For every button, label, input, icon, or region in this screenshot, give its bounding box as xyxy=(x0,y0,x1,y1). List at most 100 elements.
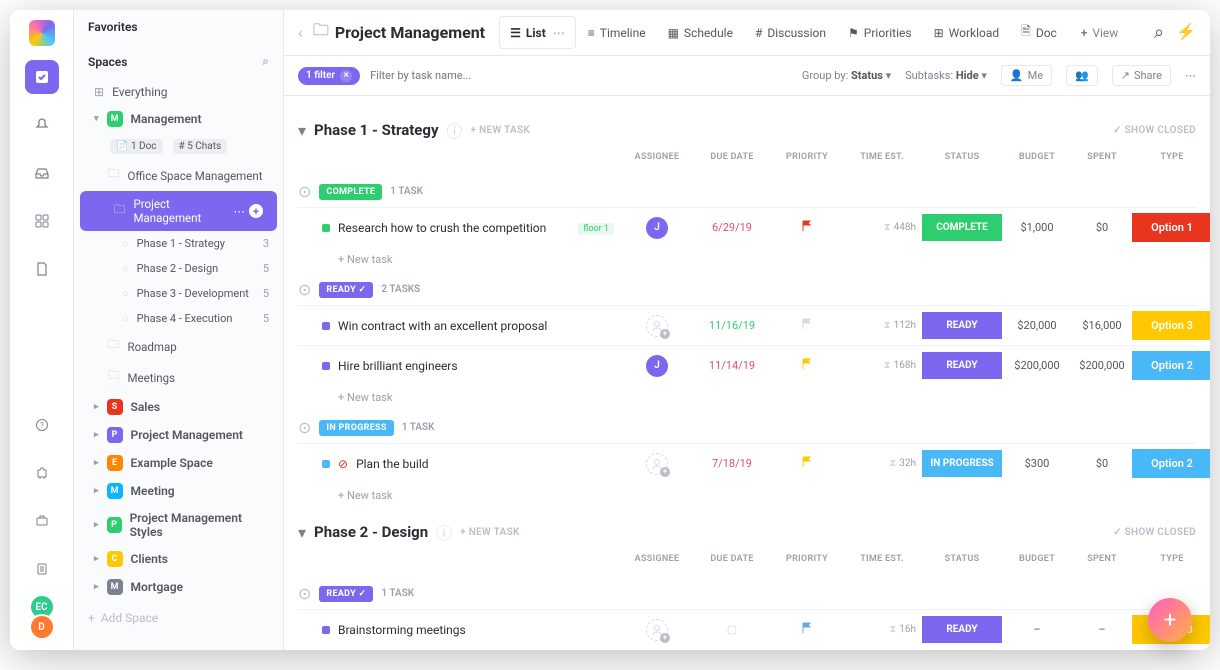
assignee-avatar[interactable]: J xyxy=(646,355,668,377)
task-row[interactable]: Brainstorming meetings ▢ ⧗16h READY – – … xyxy=(298,609,1196,649)
space-item[interactable]: ▸MMortgage xyxy=(74,573,283,601)
dashboards-icon[interactable] xyxy=(25,204,59,238)
due-date-cell[interactable]: 6/29/19 xyxy=(692,221,772,234)
status-cell[interactable]: READY xyxy=(922,616,1002,643)
timesheets-icon[interactable] xyxy=(25,504,59,538)
phase-collapse-icon[interactable]: ▾ xyxy=(298,523,306,542)
inbox-icon[interactable] xyxy=(25,156,59,190)
assignees-button[interactable]: 👥 xyxy=(1066,65,1098,86)
search-icon[interactable]: ⌕ xyxy=(1154,22,1164,43)
budget-cell[interactable]: $1,000 xyxy=(1002,221,1072,234)
assignee-empty[interactable] xyxy=(646,619,668,641)
task-status-dot[interactable] xyxy=(322,224,330,232)
type-cell[interactable]: Option 3 xyxy=(1132,311,1210,340)
info-icon[interactable]: ⓘ xyxy=(447,118,463,142)
chats-chip[interactable]: # 5 Chats xyxy=(173,139,228,154)
budget-cell[interactable]: $20,000 xyxy=(1002,319,1072,332)
subtasks-control[interactable]: Subtasks: Hide ▾ xyxy=(905,69,987,82)
spent-cell[interactable]: $0 xyxy=(1072,457,1132,470)
space-item[interactable]: ▸EExample Space xyxy=(74,449,283,477)
task-row[interactable]: Hire brilliant engineers J 11/14/19 ⧗168… xyxy=(298,345,1196,385)
filter-pill[interactable]: 1 filter× xyxy=(298,67,360,85)
show-closed-button[interactable]: ✓ SHOW CLOSED xyxy=(1113,125,1196,136)
type-cell[interactable]: Option 2 xyxy=(1132,351,1210,380)
more-icon[interactable]: ⋯ xyxy=(1185,69,1196,82)
app-logo[interactable] xyxy=(29,20,55,46)
space-item[interactable]: ▸MMeeting xyxy=(74,477,283,505)
notifications-icon[interactable] xyxy=(25,108,59,142)
new-task-row[interactable]: + New task xyxy=(298,649,1196,650)
status-badge[interactable]: IN PROGRESS xyxy=(319,420,393,436)
status-collapse-icon[interactable]: ⊙ xyxy=(298,584,311,603)
status-cell[interactable]: IN PROGRESS xyxy=(922,450,1002,477)
space-item[interactable]: ▸CClients xyxy=(74,545,283,573)
clear-filter-icon[interactable]: × xyxy=(340,70,352,82)
filter-input[interactable] xyxy=(370,69,530,82)
task-tag[interactable]: floor 1 xyxy=(578,223,614,235)
assignee-empty[interactable] xyxy=(646,315,668,337)
task-status-dot[interactable] xyxy=(322,362,330,370)
me-button[interactable]: 👤 Me xyxy=(1001,65,1052,86)
view-tab-schedule[interactable]: ▦Schedule xyxy=(658,16,743,49)
new-task-button[interactable]: + NEW TASK xyxy=(471,125,531,136)
view-tab-doc[interactable]: 🗎Doc xyxy=(1011,16,1067,49)
add-icon[interactable]: + xyxy=(249,204,263,218)
list-phase-1[interactable]: ○Phase 1 - Strategy3 xyxy=(74,231,283,256)
avatar[interactable]: D xyxy=(29,614,55,640)
goals-icon[interactable] xyxy=(25,456,59,490)
budget-cell[interactable]: $300 xyxy=(1002,457,1072,470)
task-title[interactable]: Brainstorming meetings xyxy=(338,623,466,637)
more-icon[interactable]: ⋯ xyxy=(234,204,246,218)
spent-cell[interactable]: $0 xyxy=(1072,221,1132,234)
space-management[interactable]: ▾ M Management xyxy=(74,105,283,133)
phase-collapse-icon[interactable]: ▾ xyxy=(298,121,306,140)
task-title[interactable]: Research how to crush the competition xyxy=(338,221,546,235)
create-fab[interactable]: + xyxy=(1148,598,1192,642)
task-status-dot[interactable] xyxy=(322,626,330,634)
spent-cell[interactable]: – xyxy=(1072,623,1132,636)
priority-cell[interactable] xyxy=(772,220,842,235)
show-closed-button[interactable]: ✓ SHOW CLOSED xyxy=(1113,527,1196,538)
time-est-cell[interactable]: ⧗32h xyxy=(842,458,922,469)
search-icon[interactable]: ⌕ xyxy=(262,54,269,69)
new-task-button[interactable]: + NEW TASK xyxy=(460,527,520,538)
time-est-cell[interactable]: ⧗448h xyxy=(842,222,922,233)
task-row[interactable]: ⊘ Plan the build 7/18/19 ⧗32h IN PROGRES… xyxy=(298,443,1196,483)
task-title[interactable]: Hire brilliant engineers xyxy=(338,359,458,373)
time-est-cell[interactable]: ⧗112h xyxy=(842,320,922,331)
folder-roadmap[interactable]: 🗀Roadmap xyxy=(74,331,283,362)
view-tab-workload[interactable]: ⊞Workload xyxy=(924,16,1010,49)
space-item[interactable]: ▸PProject Management xyxy=(74,421,283,449)
status-collapse-icon[interactable]: ⊙ xyxy=(298,280,311,299)
user-avatars[interactable]: EC D xyxy=(29,600,55,640)
priority-cell[interactable] xyxy=(772,622,842,637)
due-date-cell[interactable]: ▢ xyxy=(692,623,772,636)
status-badge[interactable]: READY ✓ xyxy=(319,586,373,602)
list-phase-3[interactable]: ○Phase 3 - Development5 xyxy=(74,281,283,306)
task-status-dot[interactable] xyxy=(322,460,330,468)
new-task-row[interactable]: + New task xyxy=(298,385,1196,410)
view-tab-list[interactable]: ☰List⋯ xyxy=(499,16,576,49)
priority-cell[interactable] xyxy=(772,318,842,333)
view-tab-timeline[interactable]: ≡Timeline xyxy=(578,16,656,49)
list-phase-4[interactable]: ○Phase 4 - Execution5 xyxy=(74,306,283,331)
notepad-icon[interactable] xyxy=(25,552,59,586)
task-title[interactable]: Win contract with an excellent proposal xyxy=(338,319,547,333)
folder-meetings[interactable]: 🗀Meetings xyxy=(74,362,283,393)
status-badge[interactable]: COMPLETE xyxy=(319,184,382,200)
status-badge[interactable]: READY ✓ xyxy=(319,282,373,298)
spent-cell[interactable]: $200,000 xyxy=(1072,359,1132,372)
type-cell[interactable]: Option 2 xyxy=(1132,449,1210,478)
spaces-header[interactable]: Spaces⌕ xyxy=(74,44,283,79)
status-cell[interactable]: COMPLETE xyxy=(922,214,1002,241)
assignee-avatar[interactable]: J xyxy=(646,217,668,239)
view-tab-priorities[interactable]: ⚑Priorities xyxy=(838,16,922,49)
time-est-cell[interactable]: ⧗16h xyxy=(842,624,922,635)
space-item[interactable]: ▸PProject Management Styles xyxy=(74,505,283,545)
assignee-empty[interactable] xyxy=(646,453,668,475)
task-row[interactable]: Win contract with an excellent proposal … xyxy=(298,305,1196,345)
due-date-cell[interactable]: 11/14/19 xyxy=(692,359,772,372)
task-row[interactable]: Research how to crush the competition fl… xyxy=(298,207,1196,247)
group-by-control[interactable]: Group by: Status ▾ xyxy=(802,69,891,82)
due-date-cell[interactable]: 11/16/19 xyxy=(692,319,772,332)
